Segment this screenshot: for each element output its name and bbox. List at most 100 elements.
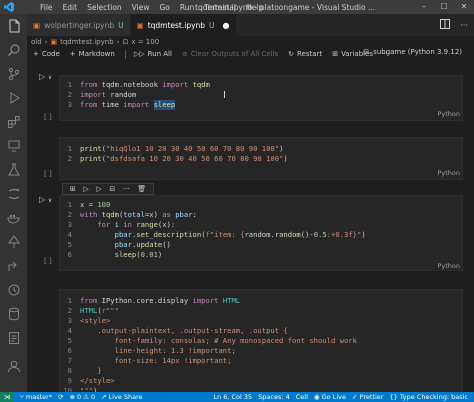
more-actions-icon[interactable]: ··· [460,21,468,30]
untracked-badge: U [118,20,124,30]
search-icon[interactable] [0,38,27,62]
clear-all-icon: ≡ [181,50,188,58]
tree-icon[interactable] [0,230,27,254]
menu-selection[interactable]: Selection [82,3,127,12]
notes-icon[interactable] [0,326,27,350]
cell-language-label[interactable]: Python [437,110,460,118]
database-icon[interactable] [0,302,27,326]
live-share-button[interactable]: ↗ Live Share [101,393,143,401]
history-icon[interactable] [0,278,27,302]
code-cell[interactable]: 1x = 100 2 with tqdm(total = x) as pbar: 3 … [59,195,463,271]
execute-cell-button[interactable]: ▷ ∨ [39,195,52,204]
notebook-toolbar: + Code + Markdown ▷▷ Run All ≡ Clear Out… [27,48,474,60]
git-branch-icon: ⑂ [20,393,24,401]
docker-icon[interactable] [0,206,27,230]
problems-indicator[interactable]: ⊗ 0 ⚠ 0 [70,393,96,401]
warning-icon: ⚠ [83,393,89,401]
type-checking-button[interactable]: {} Type Checking: basic [389,393,468,401]
add-markdown-label: Markdown [78,50,115,58]
vscode-logo-icon [3,1,15,13]
sync-icon[interactable]: ⟳ [58,393,63,401]
kernel-label: subgame (Python 3.9.12) [373,48,462,56]
explorer-icon[interactable] [0,14,27,38]
extensions-icon[interactable] [0,110,27,134]
type-checking-label: Type Checking: basic [399,393,468,401]
run-debug-icon[interactable] [0,86,27,110]
warning-count: 0 [90,393,96,401]
text-cursor-icon: I [223,90,226,101]
title-bar: File Edit Selection View Go Run Terminal… [0,0,474,14]
plus-icon: + [69,50,76,58]
chevron-right-icon: › [44,38,48,46]
notebook-editor: ▷ ∨ [ ] 1 from tqdm.notebook import tqdm … [27,62,474,392]
run-all-button[interactable]: ▷▷ Run All [134,50,172,58]
clear-outputs-button[interactable]: ≡ Clear Outputs of All Cells [182,50,278,58]
indentation[interactable]: Spaces: 4 [258,393,290,401]
notebook-file-icon: ▣ [50,38,58,46]
window-title: tqdmtest.ipynb - platoongame - Visual St… [195,2,376,12]
add-markdown-cell-button[interactable]: + Markdown [70,50,115,58]
notebook-file-icon: ▣ [136,20,144,30]
code-cell[interactable]: 1 from IPython.core.display import HTML 2… [59,289,463,392]
branch-name: master* [25,393,53,401]
delete-cell-icon[interactable]: 🗑 [137,185,146,193]
accounts-icon[interactable] [0,354,27,378]
code-editor[interactable]: 1 from IPython.core.display import HTML 2… [60,290,462,392]
code-editor[interactable]: 1x = 100 2 with tqdm(total = x) as pbar: 3 … [60,196,462,260]
more-icon[interactable]: ··· [123,185,130,193]
prettier-button[interactable]: ✓ Prettier [352,393,383,401]
execution-count: [ ] [44,113,52,121]
breadcrumb-cell[interactable]: x = 100 [131,38,159,46]
unsaved-dot-icon[interactable]: ● [223,21,230,30]
code-editor[interactable]: 1 from tqdm.notebook import tqdm 2 import … [60,76,462,110]
add-code-cell-button[interactable]: + Code [33,50,60,58]
tab-wolpertinger[interactable]: ▣ wolpertinger.ipynb U [27,14,131,36]
tab-tqdmtest[interactable]: ▣ tqdmtest.ipynb U ● [130,14,237,36]
jupyter-icon[interactable] [0,182,27,206]
kernel-icon: ⊟ [363,48,370,56]
code-cell[interactable]: 1 print("hiqQlo1 10 20 30 40 50 60 70 80 … [59,137,463,180]
go-live-button[interactable]: ◉ Go Live [314,393,346,401]
menu-go[interactable]: Go [154,3,174,12]
restart-button[interactable]: ↻ Restart [288,50,322,58]
split-cell-icon[interactable]: ⊟ [109,185,115,193]
menu-view[interactable]: View [127,3,155,12]
braces-icon: {} [389,393,398,401]
execute-cell-button[interactable]: ▷ ∨ [39,72,52,81]
run-all-label: Run All [147,50,172,58]
execute-above-icon[interactable]: ▷ [83,185,88,193]
remote-explorer-icon[interactable] [0,134,27,158]
source-control-icon[interactable] [0,62,27,86]
window-controls: – ☐ ✕ [414,0,474,14]
add-code-label: Code [41,50,60,58]
status-bar: ⋊ ⑂ master* ⟳ ⊗ 0 ⚠ 0 ↗ Live Share Ln 6,… [0,392,474,402]
tab-actions: ··· [440,14,474,36]
code-editor[interactable]: 1 print("hiqQlo1 10 20 30 40 50 60 70 80 … [60,138,462,164]
kernel-picker[interactable]: ⊟ subgame (Python 3.9.12) [363,48,462,56]
menu-file[interactable]: File [35,3,58,12]
cell-type[interactable]: Cell [296,393,308,401]
close-window-button[interactable]: ✕ [454,0,474,14]
editor-tabs: ▣ wolpertinger.ipynb U ▣ tqdmtest.ipynb … [27,14,474,36]
cursor-position[interactable]: Ln 6, Col 35 [213,393,252,401]
branch-indicator[interactable]: ⑂ master* [20,393,52,401]
plus-icon: + [33,50,39,58]
testing-icon[interactable] [0,158,27,182]
breadcrumb: old › ▣ tqdmtest.ipynb › ⊡ x = 100 [27,36,474,48]
breadcrumb-folder[interactable]: old [31,38,42,46]
remote-indicator-icon[interactable]: ⋊ [0,392,14,402]
live-share-icon[interactable] [0,254,27,278]
execute-below-icon[interactable]: ▷ [96,185,101,193]
menu-edit[interactable]: Edit [58,3,83,12]
maximize-button[interactable]: ☐ [434,0,454,14]
run-by-line-icon[interactable]: ⊞ [70,185,76,193]
split-editor-icon[interactable] [440,19,451,31]
toolbar-divider [124,49,126,59]
cell-language-label[interactable]: Python [437,262,460,270]
breadcrumb-file[interactable]: tqdmtest.ipynb [60,38,114,46]
code-cell[interactable]: 1 from tqdm.notebook import tqdm 2 import … [59,75,463,121]
broadcast-icon: ◉ [313,393,320,401]
status-bar-right: Ln 6, Col 35 Spaces: 4 Cell ◉ Go Live ✓ … [213,393,474,401]
minimize-button[interactable]: – [414,0,434,14]
cell-language-label[interactable]: Python [437,169,460,177]
